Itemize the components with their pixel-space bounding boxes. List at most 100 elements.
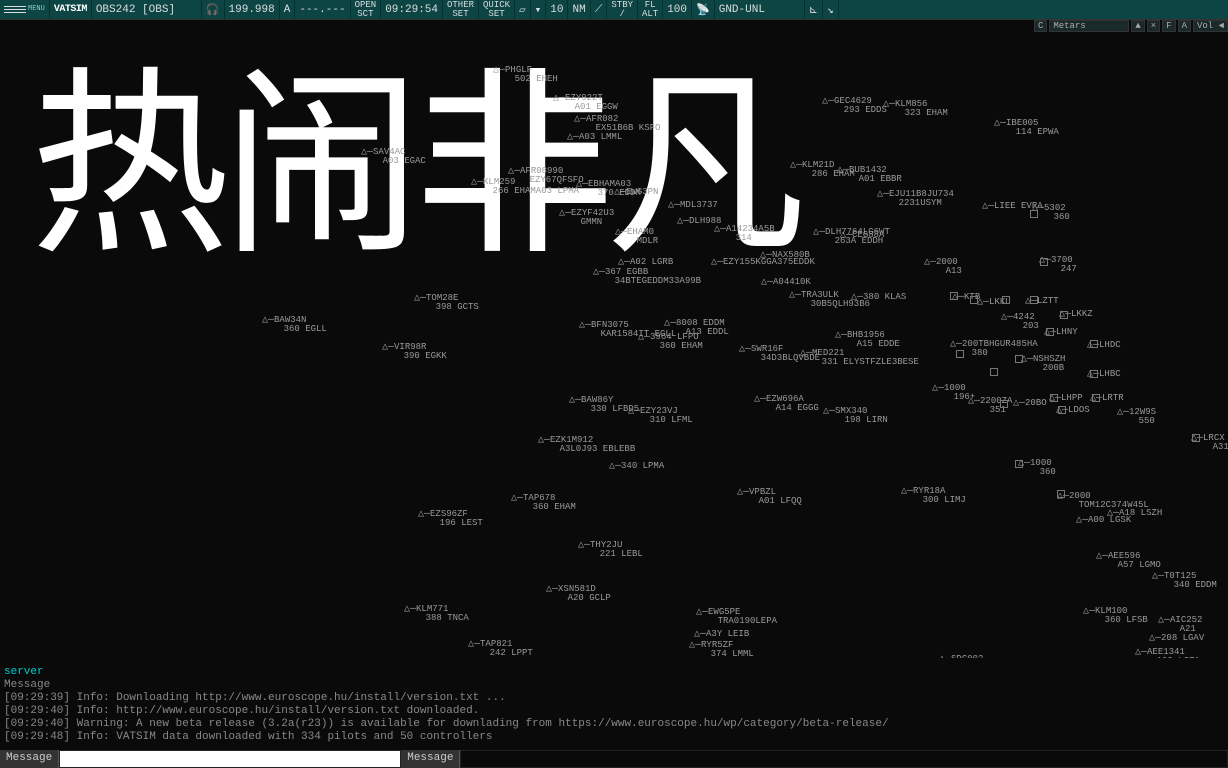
radar-target[interactable]: △—A3Y LEIB xyxy=(694,630,749,639)
radar-target[interactable]: △—208 LGAV xyxy=(1149,634,1204,643)
radar-target[interactable]: △—EZW696A A14 EGGG xyxy=(754,395,819,413)
radar-target[interactable]: △—PHGLF 502 EHEH xyxy=(493,66,558,84)
radar-target[interactable]: △—T0T125 340 EDDM xyxy=(1152,572,1217,590)
waypoint-marker[interactable] xyxy=(1057,490,1065,498)
waypoint-marker[interactable] xyxy=(1090,340,1098,348)
callsign-display[interactable]: OBS242 [OBS] xyxy=(92,0,202,19)
radar-target[interactable]: △—EZK1M912 A3L0J93 EBLEBB xyxy=(538,436,635,454)
radar-scope[interactable]: 热闹非凡 △—PHGLF 502 EHEH△—EZY922T A01 EGGW△… xyxy=(0,22,1228,658)
waypoint-marker[interactable] xyxy=(1000,400,1008,408)
radar-target[interactable]: △—EZY23VJ 310 LFML xyxy=(628,407,693,425)
headset-button[interactable]: 🎧 xyxy=(202,0,225,19)
ruler-button[interactable]: ⊾ xyxy=(805,0,823,19)
radar-target[interactable]: △—A03 LMML xyxy=(567,133,622,142)
radar-target[interactable]: △—MED221 331 ELYSTFZLE3BESE xyxy=(800,349,919,367)
radar-target[interactable]: △—AFR082 EX51B6B KSFO xyxy=(574,115,660,133)
waypoint-marker[interactable] xyxy=(1058,406,1066,414)
radar-target[interactable]: △—8008 EDDM A13 EDDL xyxy=(664,319,729,337)
waypoint-marker[interactable] xyxy=(1046,328,1054,336)
waypoint-marker[interactable] xyxy=(1015,460,1023,468)
radar-target[interactable]: △—TAP821 242 LPPT xyxy=(468,640,533,658)
fl-alt-button[interactable]: FLALT xyxy=(638,0,663,19)
waypoint-marker[interactable] xyxy=(1030,296,1038,304)
radar-target[interactable]: △—KLM856 323 EHAM xyxy=(883,100,948,118)
radar-target[interactable]: △—380 KLAS xyxy=(851,293,906,302)
waypoint-marker[interactable] xyxy=(956,350,964,358)
atis-letter[interactable]: A xyxy=(280,0,296,19)
waypoint-marker[interactable] xyxy=(1192,434,1200,442)
radar-target[interactable]: △—A02 LGRB xyxy=(618,258,673,267)
radar-target[interactable]: △—TOM28E 398 GCTS xyxy=(414,294,479,312)
radar-target[interactable]: △—EHAM0 MDLR xyxy=(615,228,658,246)
radar-target[interactable]: △—GEC4629 293 EDDS xyxy=(822,97,887,115)
radar-target[interactable]: △—KLM100 360 LFSB xyxy=(1083,607,1148,625)
waypoint-marker[interactable] xyxy=(1040,258,1048,266)
waypoint-marker[interactable] xyxy=(1090,370,1098,378)
radar-target[interactable]: △—MDL3737 xyxy=(668,201,718,210)
leader-button[interactable]: ⟋ xyxy=(591,0,608,19)
range-value[interactable]: 10 xyxy=(546,0,568,19)
filter-button[interactable]: ▾ xyxy=(531,0,547,19)
waypoint-marker[interactable] xyxy=(1030,210,1038,218)
radar-target[interactable]: △—BHB1956 A15 EDDE xyxy=(835,331,900,349)
radar-target[interactable]: △—AEE1341 A03 LGZA xyxy=(1135,648,1200,658)
radar-target[interactable]: △—TAP678 360 EHAM xyxy=(511,494,576,512)
waypoint-marker[interactable] xyxy=(1002,296,1010,304)
radar-target[interactable]: △—AIC252 A21 xyxy=(1158,616,1202,634)
menu-button[interactable]: MENU xyxy=(0,0,50,19)
radar-target[interactable]: △—AEE596 A57 LGMO xyxy=(1096,552,1161,570)
radar-target[interactable]: △—A00 LGSK xyxy=(1076,516,1131,525)
radar-target[interactable]: △—12W9S 550 xyxy=(1117,408,1156,426)
waypoint-marker[interactable] xyxy=(1060,311,1068,319)
radar-target[interactable]: △—BUB1432 A01 EBBR xyxy=(837,166,902,184)
radar-target[interactable]: △—4242 203 xyxy=(1001,313,1039,331)
radar-target[interactable]: △—NSHSZH 200B xyxy=(1021,355,1065,373)
radar-target[interactable]: △—20BO xyxy=(1013,399,1047,408)
radar-target[interactable]: △—RYR5ZF 374 LMML xyxy=(689,641,754,658)
radar-target[interactable]: △—RYR18A 300 LIMJ xyxy=(901,487,966,505)
radar-target[interactable]: △—KLM771 388 TNCA xyxy=(404,605,469,623)
altitude-band[interactable]: GND-UNL xyxy=(715,0,805,19)
radar-target[interactable]: △—367 EGBB 34BTEGEDDM33A99B xyxy=(593,268,701,286)
quick-set-button[interactable]: QUICKSET xyxy=(479,0,515,19)
radar-target[interactable]: △—VPBZL A01 LFQQ xyxy=(737,488,802,506)
radar-target[interactable]: △—EWG3PN xyxy=(614,188,658,197)
radar-target[interactable]: △—A14234A5B 314 xyxy=(714,225,775,243)
radar-target[interactable]: △—BAW34N 360 EGLL xyxy=(262,316,327,334)
flight-level-value[interactable]: 100 xyxy=(663,0,692,19)
waypoint-marker[interactable] xyxy=(1050,394,1058,402)
open-sct-button[interactable]: OPENSCT xyxy=(351,0,382,19)
waypoint-marker[interactable] xyxy=(950,292,958,300)
radar-target[interactable]: △—SDG002 260 LIEE xyxy=(939,655,1004,658)
radar-target[interactable]: △—EJU11B8JU734 2231USYM xyxy=(877,190,954,208)
waypoint-marker[interactable] xyxy=(1092,394,1100,402)
radar-target[interactable]: △—EZY922T A01 EGGW xyxy=(553,94,618,112)
radar-target[interactable]: △—EZY155KGGA375EDDK xyxy=(711,258,815,267)
antenna-button[interactable]: 📡 xyxy=(692,0,715,19)
map-mode-button[interactable]: ▱ xyxy=(515,0,531,19)
radar-target[interactable]: △—2000 A13 xyxy=(924,258,962,276)
radar-target[interactable]: △—XSN581D A20 GCLP xyxy=(546,585,611,603)
radar-target[interactable]: △—EZS96ZF 196 LEST xyxy=(418,510,483,528)
waypoint-marker[interactable] xyxy=(1015,355,1023,363)
message-input-2[interactable] xyxy=(461,751,1227,767)
radar-target[interactable]: △—SMX340 198 LIRN xyxy=(823,407,888,425)
radar-target[interactable]: △—1000 360 xyxy=(1018,459,1056,477)
waypoint-marker[interactable] xyxy=(970,296,978,304)
radar-target[interactable]: △—THY2JU 221 LEBL xyxy=(578,541,643,559)
radar-target[interactable]: △—SAV4AC A03 EGAC xyxy=(361,148,426,166)
radar-target[interactable]: △—CEG88A xyxy=(840,231,884,240)
range-unit[interactable]: NM xyxy=(568,0,590,19)
waypoint-marker[interactable] xyxy=(990,368,998,376)
other-set-button[interactable]: OTHERSET xyxy=(443,0,479,19)
message-input-1[interactable] xyxy=(60,751,400,767)
stby-button[interactable]: STBY/ xyxy=(607,0,638,19)
radar-target[interactable]: △—KLM259 266 EHAMA03 LPMA xyxy=(471,178,579,196)
secondary-freq[interactable]: ---.--- xyxy=(295,0,350,19)
radar-target[interactable]: △—IBE005 114 EPWA xyxy=(994,119,1059,137)
server-tab[interactable]: server xyxy=(4,666,1224,679)
vector-button[interactable]: ↘ xyxy=(823,0,839,19)
radar-target[interactable]: △—EWG5PE TRA0190LEPA xyxy=(696,608,777,626)
radar-target[interactable]: △—VIR98R 390 EGKK xyxy=(382,343,447,361)
frequency-display[interactable]: 199.998 xyxy=(225,0,280,19)
